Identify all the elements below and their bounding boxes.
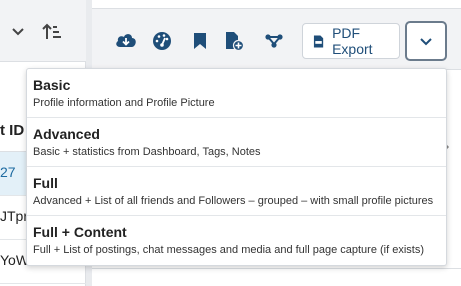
- pdf-file-icon: [313, 34, 324, 48]
- menu-item-advanced[interactable]: Advanced Basic + statistics from Dashboa…: [27, 118, 446, 167]
- content-area-edge: [92, 268, 461, 286]
- menu-item-title: Basic: [33, 77, 71, 93]
- cloud-download-icon[interactable]: [114, 29, 138, 53]
- export-options-dropdown-button[interactable]: [405, 21, 447, 61]
- left-toolbar: [0, 0, 86, 62]
- menu-item-title: Advanced: [33, 126, 100, 142]
- chevron-down-icon: [420, 37, 432, 45]
- table-cell: 27: [0, 164, 16, 180]
- pdf-export-button[interactable]: PDF Export: [302, 23, 400, 59]
- share-network-icon[interactable]: [262, 29, 286, 53]
- bookmark-icon[interactable]: [188, 29, 212, 53]
- export-options-menu: Basic Profile information and Profile Pi…: [26, 68, 447, 266]
- menu-item-title: Full: [33, 175, 58, 191]
- dashboard-icon[interactable]: [150, 29, 174, 53]
- menu-item-full-content[interactable]: Full + Content Full + List of postings, …: [27, 216, 446, 265]
- export-toolbar: PDF Export: [92, 8, 461, 70]
- menu-item-description: Basic + statistics from Dashboard, Tags,…: [33, 146, 261, 158]
- menu-item-full[interactable]: Full Advanced + List of all friends and …: [27, 167, 446, 216]
- menu-item-description: Full + List of postings, chat messages a…: [33, 244, 425, 256]
- file-add-icon[interactable]: [222, 29, 246, 53]
- menu-item-description: Advanced + List of all friends and Follo…: [33, 195, 434, 207]
- table-cell: JTpr: [0, 208, 28, 224]
- table-cell: YoW: [0, 252, 30, 268]
- pdf-export-label: PDF Export: [332, 25, 373, 57]
- menu-item-basic[interactable]: Basic Profile information and Profile Pi…: [27, 69, 446, 118]
- sort-ascending-icon[interactable]: [40, 20, 64, 44]
- chevron-down-icon[interactable]: [8, 22, 28, 42]
- id-column-header-label: t ID: [0, 122, 25, 139]
- menu-item-title: Full + Content: [33, 224, 127, 240]
- menu-item-description: Profile information and Profile Picture: [33, 97, 215, 109]
